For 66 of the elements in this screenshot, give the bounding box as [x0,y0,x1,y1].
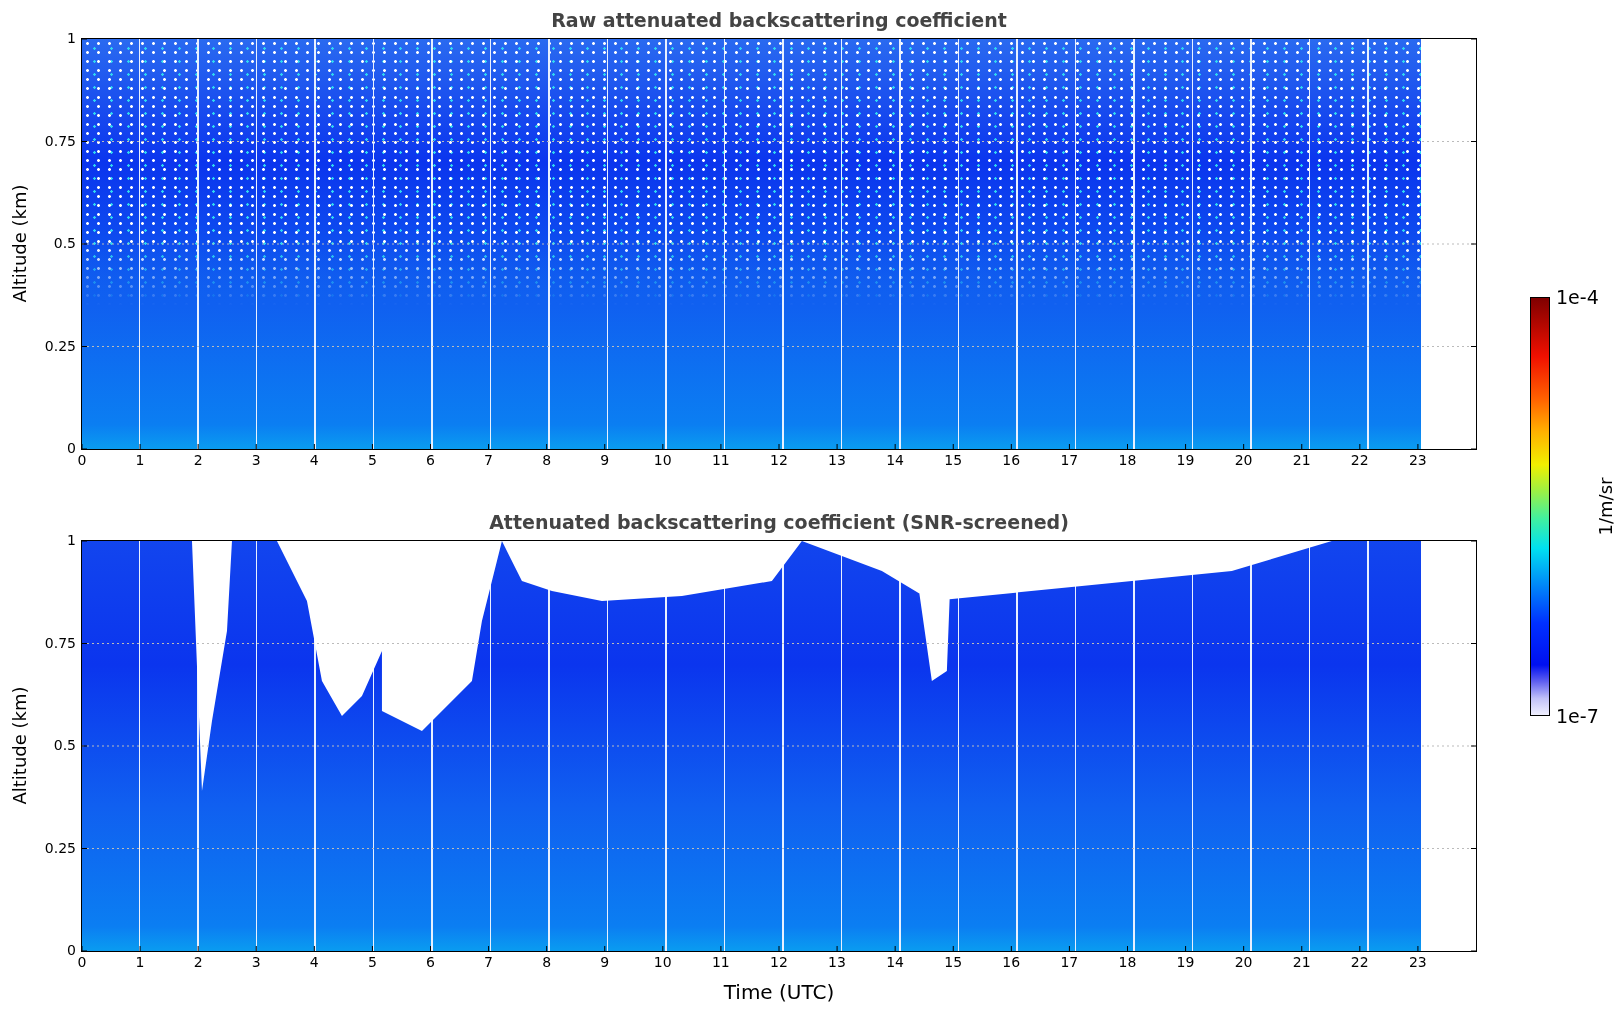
tick-label: 0 [77,954,87,970]
tick-label: 0.5 [53,234,76,252]
tick-label: 14 [886,452,904,468]
chart-title: Attenuated backscattering coefficient (SNR-screened) [488,510,1070,535]
tick-label: 4 [309,452,319,468]
tick-label: 1 [135,452,145,468]
tick-label: 0 [77,452,87,468]
tick-label: 11 [711,954,730,970]
tick-label: 2 [193,954,203,970]
tick-label: 0.5 [53,736,76,754]
chart-title: Raw attenuated backscattering coefficient [550,8,1008,33]
colorbar-label: 1e-4 [1556,286,1600,307]
tick-label: 0.25 [44,838,76,857]
tick-label: 23 [1408,954,1427,970]
tick-label: 6 [426,452,435,468]
tick-label: 0.75 [44,131,76,150]
tick-label: 15 [944,954,963,970]
tick-label: 3 [251,954,261,970]
tick-label: 9 [600,954,610,970]
tick-label: 8 [542,954,552,970]
tick-label: 13 [828,452,846,468]
tick-label: 9 [600,452,610,468]
tick-label: 0 [67,941,76,959]
axis-label: Time (UTC) [722,980,836,1004]
tick-label: 4 [309,954,319,970]
tick-label: 10 [653,452,672,468]
tick-label: 15 [944,452,963,468]
tick-label: 21 [1292,954,1311,970]
tick-label: 7 [484,452,493,468]
tick-label: 21 [1292,452,1311,468]
tick-label: 16 [1002,954,1021,970]
tick-label: 1 [67,29,76,47]
tick-label: 0.25 [44,336,76,355]
colorbar-label: 1e-7 [1556,705,1600,726]
tick-label: 6 [426,954,435,970]
tick-label: 18 [1118,452,1137,468]
tick-label: 16 [1002,452,1021,468]
tick-label: 0 [67,439,76,457]
tick-label: 14 [886,954,904,970]
axis-label: Altitude (km) [8,183,30,303]
tick-label: 13 [828,954,846,970]
tick-label: 8 [542,452,552,468]
tick-label: 19 [1176,954,1195,970]
tick-label: 5 [367,954,377,970]
tick-label: 17 [1060,452,1079,468]
tick-label: 20 [1234,452,1253,468]
tick-label: 23 [1408,452,1427,468]
tick-label: 2 [193,452,203,468]
tick-label: 12 [770,954,788,970]
tick-label: 18 [1118,954,1137,970]
tick-label: 7 [484,954,493,970]
tick-label: 12 [770,452,788,468]
tick-label: 22 [1350,954,1369,970]
tick-label: 17 [1060,954,1079,970]
tick-label: 1 [67,531,76,549]
tick-label: 11 [711,452,730,468]
tick-label: 20 [1234,954,1253,970]
axis-label: Altitude (km) [8,685,30,805]
tick-label: 5 [367,452,377,468]
tick-label: 1 [135,954,145,970]
colorbar-unit: 1/m/sr [1595,477,1617,535]
tick-label: 3 [251,452,261,468]
tick-label: 19 [1176,452,1195,468]
tick-label: 0.75 [44,633,76,652]
tick-label: 10 [653,954,672,970]
tick-label: 22 [1350,452,1369,468]
